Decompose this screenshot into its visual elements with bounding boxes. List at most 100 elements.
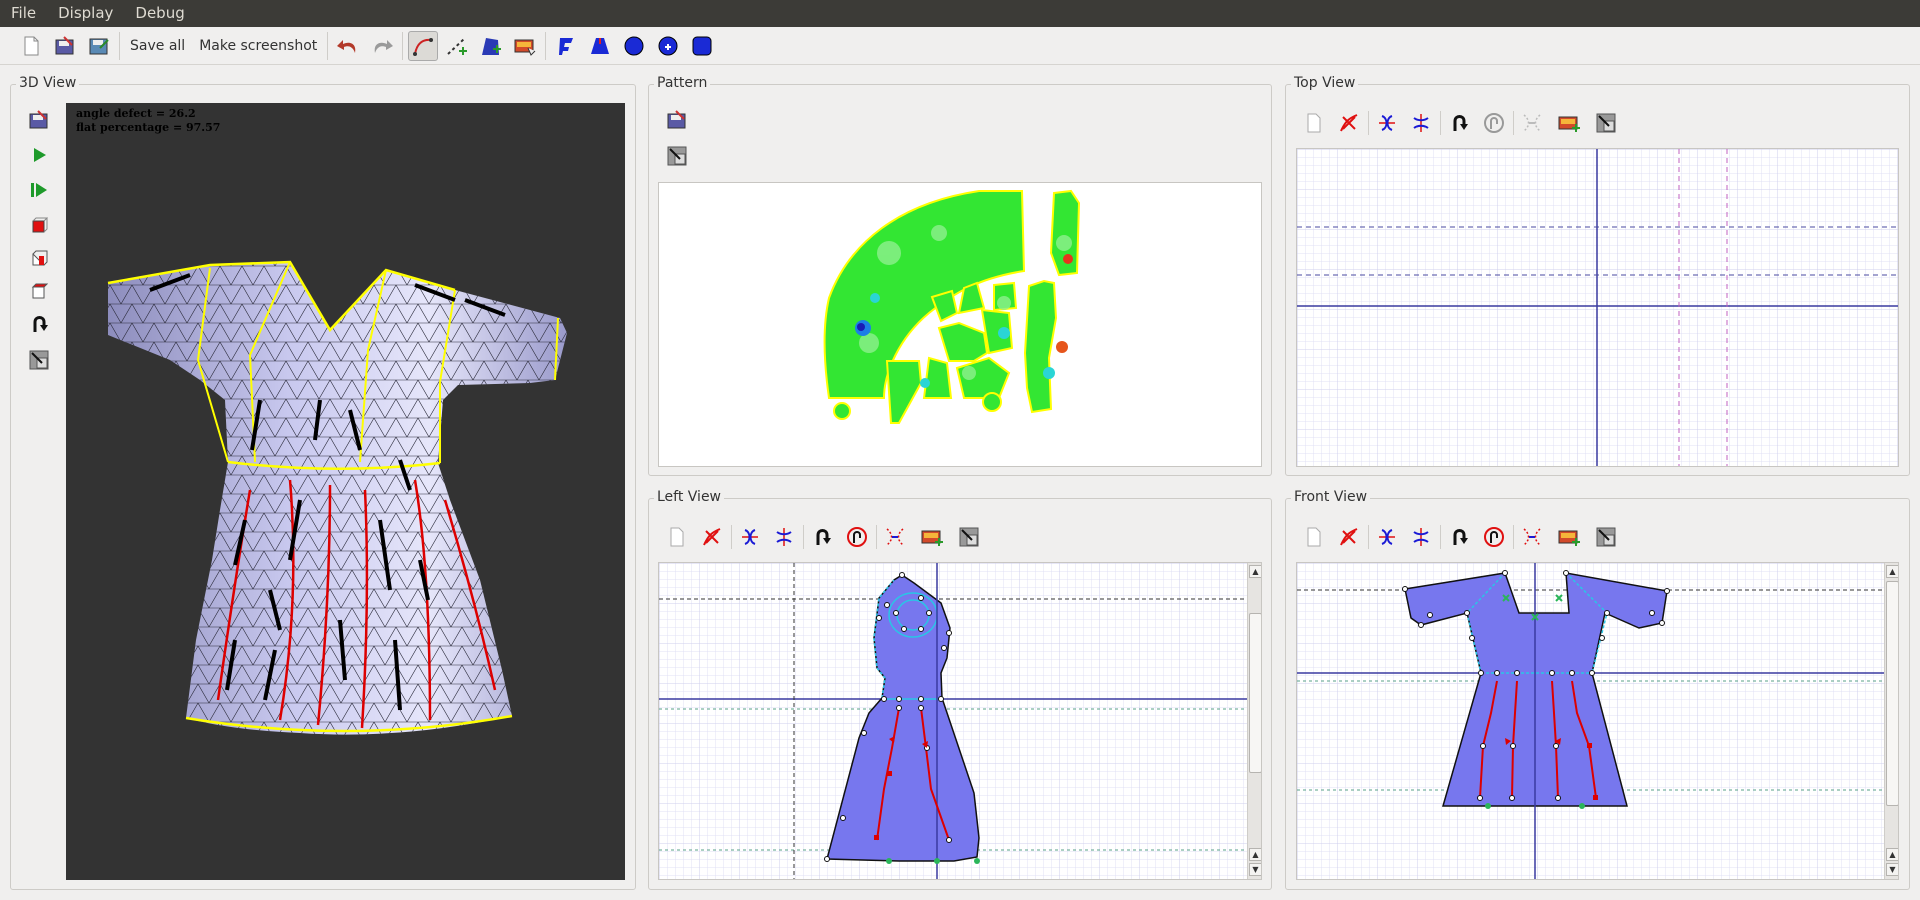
top-view-canvas[interactable] [1296, 148, 1899, 467]
menu-debug[interactable]: Debug [124, 0, 195, 27]
save-button[interactable] [84, 31, 114, 61]
3d-cube-red-button[interactable] [26, 212, 52, 238]
top-reset-button[interactable] [1446, 110, 1472, 136]
left-resize-button[interactable] [956, 524, 982, 550]
3d-viewport[interactable]: angle defect = 26.2 flat percentage = 97… [66, 103, 625, 880]
new-file-icon [670, 527, 684, 547]
3d-reset-button[interactable] [26, 311, 52, 337]
circle-tool[interactable] [619, 31, 649, 61]
top-view-grid [1297, 149, 1898, 466]
scroll-down-button[interactable]: ▼ [1886, 863, 1898, 876]
toolbar-separator [731, 525, 732, 549]
resize-icon [29, 350, 49, 370]
save-all-button[interactable]: Save all [125, 31, 190, 61]
3d-play-button[interactable] [26, 142, 52, 168]
add-image-icon [921, 530, 943, 546]
split-icon [886, 528, 904, 546]
menu-display[interactable]: Display [47, 0, 124, 27]
add-image-icon [1558, 116, 1580, 132]
front-image-button[interactable] [1556, 524, 1582, 550]
shape-plus-icon [482, 37, 502, 55]
left-view-vscrollbar[interactable]: ▲ ▲ ▼ [1247, 563, 1261, 879]
add-shape-tool[interactable] [476, 31, 506, 61]
toolbar-separator [1440, 111, 1441, 135]
left-delete-button[interactable] [699, 524, 725, 550]
top-mirror-button[interactable] [1408, 110, 1434, 136]
pattern-canvas[interactable] [658, 182, 1262, 467]
pattern-load-button[interactable] [664, 107, 690, 133]
top-resize-button[interactable] [1593, 110, 1619, 136]
front-new-button[interactable] [1301, 524, 1327, 550]
left-mirror-button[interactable] [771, 524, 797, 550]
open-button[interactable] [50, 31, 80, 61]
front-no-reset-button[interactable] [1481, 524, 1507, 550]
left-symmetry-button[interactable] [737, 524, 763, 550]
new-file-icon [1307, 527, 1321, 547]
toolbar-separator [1440, 525, 1441, 549]
scroll-thumb[interactable] [1249, 613, 1261, 773]
symmetry-icon [742, 529, 758, 545]
u-turn-icon [33, 316, 48, 332]
top-split-button[interactable] [1519, 110, 1545, 136]
3d-cube-top-button[interactable] [26, 278, 52, 304]
new-file-icon [24, 36, 39, 55]
symmetry-icon [1379, 529, 1395, 545]
left-view-canvas[interactable]: ▲ ▲ ▼ [658, 562, 1262, 880]
redo-button[interactable] [367, 31, 397, 61]
scroll-down-button[interactable]: ▼ [1249, 863, 1261, 876]
scroll-up-button[interactable]: ▲ [1249, 565, 1261, 578]
delete-stroke-icon [1340, 528, 1358, 546]
dress-tool[interactable] [585, 31, 615, 61]
add-dart-tool[interactable] [442, 31, 472, 61]
left-no-reset-button[interactable] [844, 524, 870, 550]
front-resize-button[interactable] [1593, 524, 1619, 550]
top-image-button[interactable] [1556, 110, 1582, 136]
front-delete-button[interactable] [1336, 524, 1362, 550]
undo-button[interactable] [333, 31, 363, 61]
draw-stroke-tool[interactable] [408, 30, 439, 61]
3d-resize-button[interactable] [26, 347, 52, 373]
toolbar-separator [803, 525, 804, 549]
scroll-thumb[interactable] [1886, 581, 1898, 806]
flat-percentage-text: flat percentage = 97.57 [76, 121, 221, 134]
front-view-canvas[interactable]: ▲ ▲ ▼ [1296, 562, 1899, 880]
toolbar-separator [327, 31, 329, 60]
scroll-down-button[interactable]: ▲ [1249, 848, 1261, 861]
rounded-square-tool[interactable] [687, 31, 717, 61]
circle-plus-tool[interactable] [653, 31, 683, 61]
scroll-up-button[interactable]: ▲ [1886, 565, 1898, 578]
toolbar-separator [1513, 111, 1514, 135]
toolbar-separator [402, 31, 404, 60]
new-file-button[interactable] [16, 31, 46, 61]
top-symmetry-button[interactable] [1374, 110, 1400, 136]
top-no-reset-button[interactable] [1481, 110, 1507, 136]
left-reset-button[interactable] [809, 524, 835, 550]
draw-curve-icon [413, 37, 434, 56]
top-delete-button[interactable] [1336, 110, 1362, 136]
top-new-button[interactable] [1301, 110, 1327, 136]
resize-icon [1596, 527, 1616, 547]
u-turn-icon [1453, 115, 1468, 131]
make-screenshot-button[interactable]: Make screenshot [194, 31, 322, 61]
toolbar-separator [119, 31, 120, 60]
front-split-button[interactable] [1519, 524, 1545, 550]
front-reset-button[interactable] [1446, 524, 1472, 550]
3d-cube-side-button[interactable] [26, 245, 52, 271]
menu-file[interactable]: File [0, 0, 47, 27]
front-symmetry-button[interactable] [1374, 524, 1400, 550]
scroll-down-button[interactable]: ▲ [1886, 848, 1898, 861]
flag-tool[interactable] [551, 31, 581, 61]
left-split-button[interactable] [882, 524, 908, 550]
front-mirror-button[interactable] [1408, 524, 1434, 550]
left-image-button[interactable] [919, 524, 945, 550]
panel-title-front-view: Front View [1291, 489, 1371, 505]
pattern-resize-button[interactable] [664, 143, 690, 169]
left-new-button[interactable] [664, 524, 690, 550]
front-view-vscrollbar[interactable]: ▲ ▲ ▼ [1884, 563, 1898, 879]
image-tool[interactable] [510, 31, 540, 61]
split-icon [1523, 528, 1541, 546]
3d-step-button[interactable] [26, 177, 52, 203]
pattern-pieces [823, 189, 1081, 424]
3d-load-button[interactable] [26, 107, 52, 133]
cube-red-icon [32, 217, 48, 233]
